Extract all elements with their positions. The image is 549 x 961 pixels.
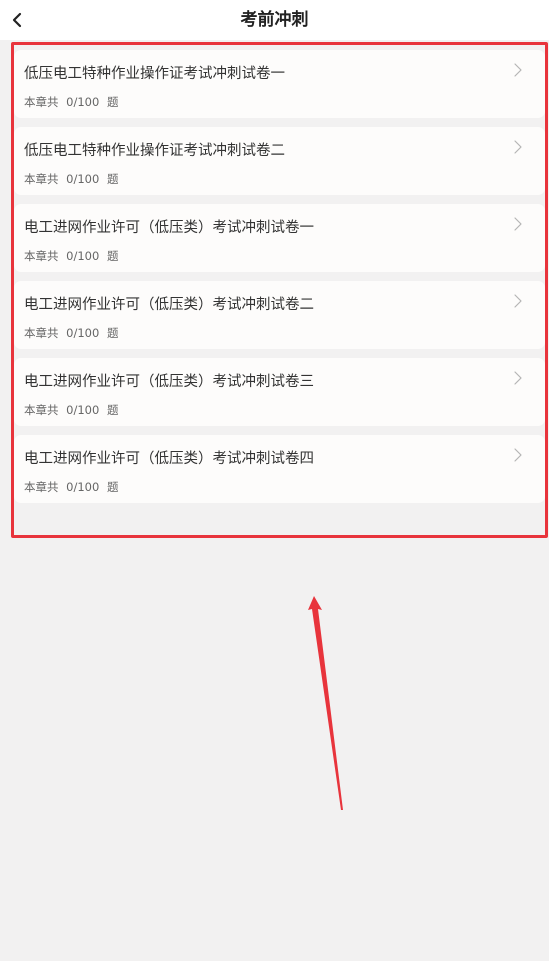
page: 考前冲刺 低压电工特种作业操作证考试冲刺试卷一 本章共 0/100 题 低压电工… bbox=[0, 0, 549, 961]
item-meta: 本章共 0/100 题 bbox=[24, 479, 122, 495]
item-meta-prefix: 本章共 bbox=[24, 95, 59, 109]
item-meta: 本章共 0/100 题 bbox=[24, 402, 122, 418]
item-meta: 本章共 0/100 题 bbox=[24, 248, 122, 264]
chevron-right-icon bbox=[514, 371, 522, 385]
item-title: 电工进网作业许可（低压类）考试冲刺试卷一 bbox=[24, 220, 314, 236]
chevron-right-icon bbox=[514, 448, 522, 462]
item-progress: 0/100 bbox=[66, 480, 100, 494]
item-meta: 本章共 0/100 题 bbox=[24, 94, 122, 110]
item-title: 电工进网作业许可（低压类）考试冲刺试卷四 bbox=[24, 451, 314, 467]
item-meta-prefix: 本章共 bbox=[24, 326, 59, 340]
item-meta-suffix: 题 bbox=[106, 326, 119, 340]
item-title: 低压电工特种作业操作证考试冲刺试卷一 bbox=[24, 66, 285, 82]
item-meta-prefix: 本章共 bbox=[24, 480, 59, 494]
header-bar: 考前冲刺 bbox=[0, 0, 549, 40]
chevron-right-icon bbox=[514, 140, 522, 154]
item-meta-prefix: 本章共 bbox=[24, 172, 59, 186]
chevron-right-icon bbox=[514, 63, 522, 77]
item-progress: 0/100 bbox=[66, 249, 100, 263]
item-meta-suffix: 题 bbox=[106, 403, 119, 417]
list-item[interactable]: 电工进网作业许可（低压类）考试冲刺试卷四 本章共 0/100 题 bbox=[14, 435, 545, 503]
list-item[interactable]: 电工进网作业许可（低压类）考试冲刺试卷三 本章共 0/100 题 bbox=[14, 358, 545, 426]
item-title: 低压电工特种作业操作证考试冲刺试卷二 bbox=[24, 143, 285, 159]
chevron-right-icon bbox=[514, 217, 522, 231]
item-progress: 0/100 bbox=[66, 95, 100, 109]
item-title: 电工进网作业许可（低压类）考试冲刺试卷二 bbox=[24, 297, 314, 313]
item-meta-suffix: 题 bbox=[106, 249, 119, 263]
item-meta-suffix: 题 bbox=[106, 95, 119, 109]
item-meta: 本章共 0/100 题 bbox=[24, 325, 122, 341]
list-item[interactable]: 电工进网作业许可（低压类）考试冲刺试卷二 本章共 0/100 题 bbox=[14, 281, 545, 349]
item-progress: 0/100 bbox=[66, 403, 100, 417]
item-meta-prefix: 本章共 bbox=[24, 249, 59, 263]
item-progress: 0/100 bbox=[66, 326, 100, 340]
list-item[interactable]: 低压电工特种作业操作证考试冲刺试卷一 本章共 0/100 题 bbox=[14, 50, 545, 118]
item-meta: 本章共 0/100 题 bbox=[24, 171, 122, 187]
list-item[interactable]: 电工进网作业许可（低压类）考试冲刺试卷一 本章共 0/100 题 bbox=[14, 204, 545, 272]
item-meta-prefix: 本章共 bbox=[24, 403, 59, 417]
list-item[interactable]: 低压电工特种作业操作证考试冲刺试卷二 本章共 0/100 题 bbox=[14, 127, 545, 195]
item-meta-suffix: 题 bbox=[106, 172, 119, 186]
item-title: 电工进网作业许可（低压类）考试冲刺试卷三 bbox=[24, 374, 314, 390]
item-progress: 0/100 bbox=[66, 172, 100, 186]
chevron-right-icon bbox=[514, 294, 522, 308]
annotation-arrow-icon bbox=[308, 596, 343, 810]
page-title: 考前冲刺 bbox=[240, 10, 309, 30]
item-meta-suffix: 题 bbox=[106, 480, 119, 494]
